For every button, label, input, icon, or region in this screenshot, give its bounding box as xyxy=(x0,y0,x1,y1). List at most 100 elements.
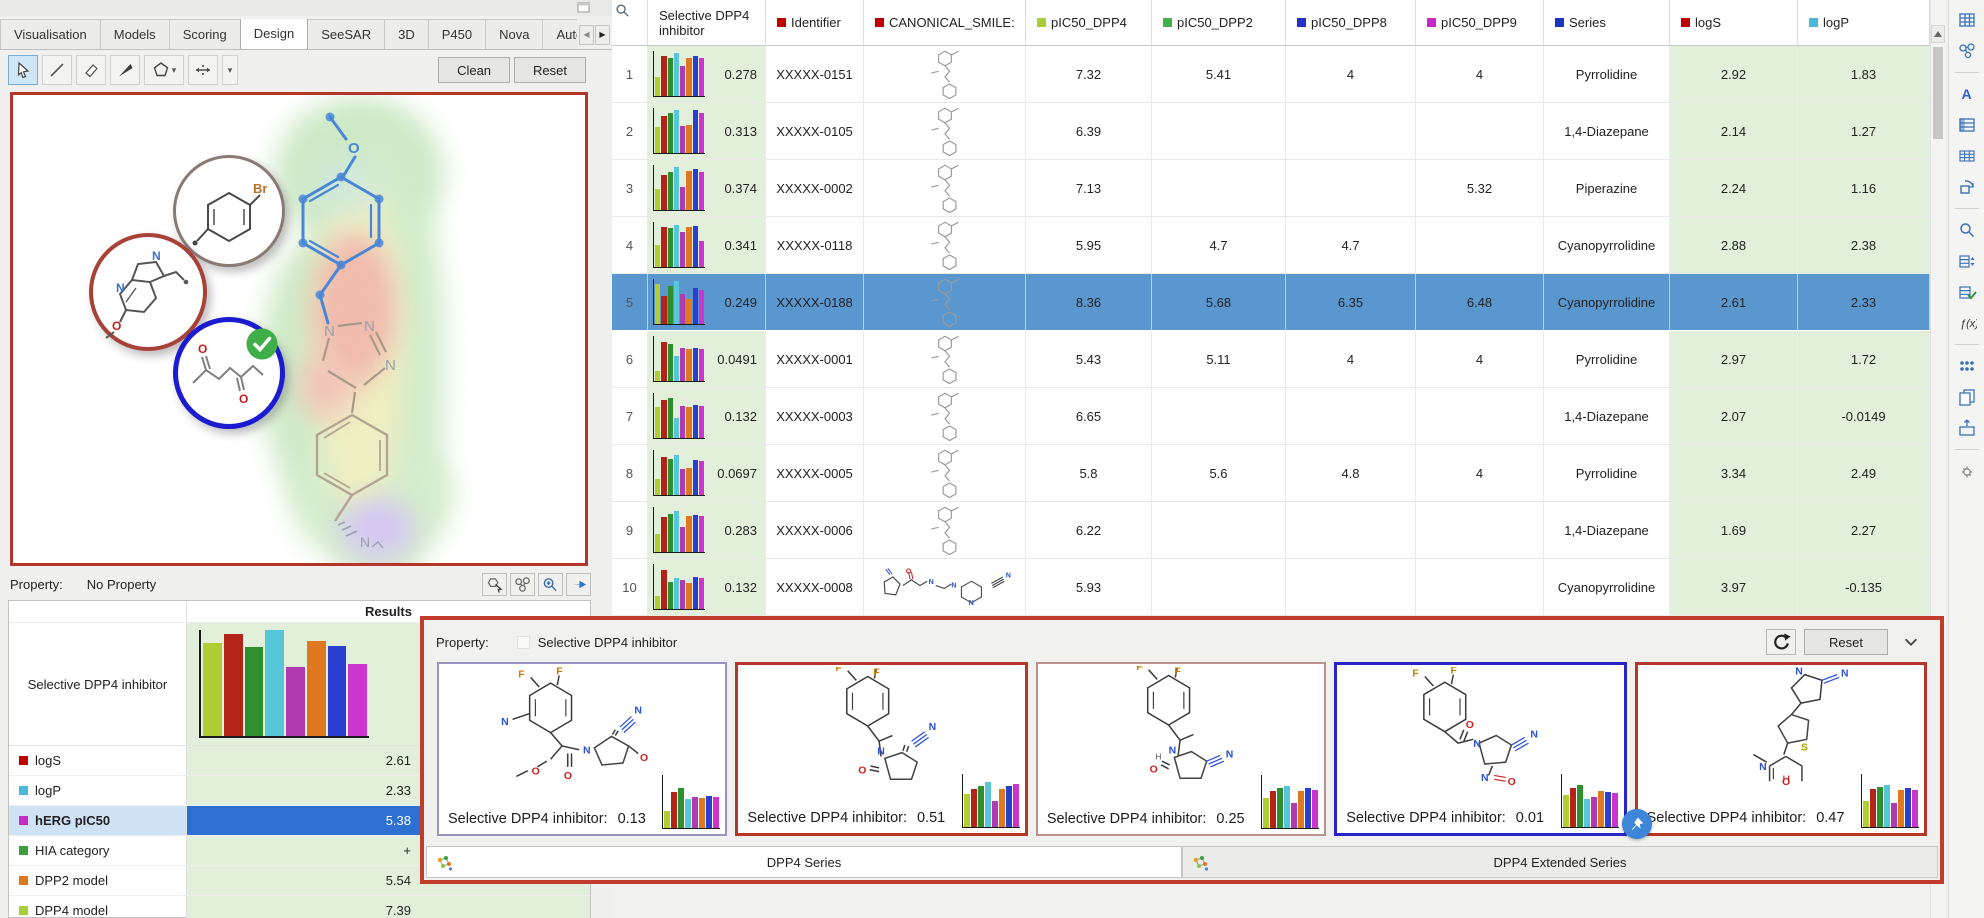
zoom-plus-button[interactable] xyxy=(538,573,563,596)
overlay-header: Property: Selective DPP4 inhibitor Reset xyxy=(424,620,1940,655)
column-header[interactable]: pIC50_DPP4 xyxy=(1026,0,1152,45)
select-tool-button[interactable] xyxy=(8,55,38,85)
pin-badge[interactable] xyxy=(1622,809,1652,839)
tab-scroll-right-button[interactable]: ▶ xyxy=(595,25,610,45)
grid-small-icon[interactable] xyxy=(1955,144,1979,168)
collapse-chevron-button[interactable] xyxy=(1896,629,1926,655)
tab[interactable]: Auto-Mod xyxy=(542,19,577,49)
copy-sheet-icon[interactable] xyxy=(1955,385,1979,409)
property-row[interactable]: DPP4 model 7.39 xyxy=(9,896,590,918)
bond-tool-button[interactable] xyxy=(42,55,72,85)
move-tool-button[interactable] xyxy=(188,55,218,85)
table-row[interactable]: 6 0.0491 XXXXX-0001 xyxy=(612,331,1930,388)
tab[interactable]: Scoring xyxy=(169,19,241,49)
suggestion-card[interactable]: F F N O O N O N Selective DPP4 inhibitor… xyxy=(437,662,727,836)
table-row[interactable]: 3 0.374 XXXXX-0002 xyxy=(612,160,1930,217)
forward-arrow-button[interactable] xyxy=(566,573,591,596)
logp-cell: 1.16 xyxy=(1798,160,1930,216)
series-cell: Cyanopyrrolidine xyxy=(1544,217,1670,273)
column-label: pIC50_DPP9 xyxy=(1441,15,1517,30)
tab[interactable]: Design xyxy=(240,19,308,49)
row-profile-chart xyxy=(653,507,705,553)
structure-sketch xyxy=(925,105,965,157)
suggestion-card[interactable]: F F O N N H Selective DPP4 inhibitor:0.2… xyxy=(1036,662,1326,836)
pic50-dpp8-cell xyxy=(1286,160,1416,216)
table-row[interactable]: 7 0.132 XXXXX-0003 xyxy=(612,388,1930,445)
column-header[interactable]: pIC50_DPP8 xyxy=(1286,0,1416,45)
sort-rows-icon[interactable] xyxy=(1955,249,1979,273)
table-row[interactable]: 10 0.132 XXXXX-0008 xyxy=(612,559,1930,616)
column-header[interactable]: Selective DPP4 inhibitor xyxy=(648,0,766,45)
table-corner-cell[interactable] xyxy=(612,0,648,45)
eraser-tool-button[interactable] xyxy=(76,55,106,85)
property-value[interactable]: No Property xyxy=(87,577,156,592)
settings-icon[interactable] xyxy=(1955,459,1979,483)
refresh-button[interactable] xyxy=(1766,629,1796,655)
table-row[interactable]: 9 0.283 XXXXX-0006 xyxy=(612,502,1930,559)
property-row-label: DPP2 model xyxy=(35,873,108,888)
show-pose-button[interactable] xyxy=(482,573,507,596)
column-header[interactable]: pIC50_DPP9 xyxy=(1416,0,1544,45)
column-header[interactable]: pIC50_DPP2 xyxy=(1152,0,1286,45)
property-row-value: 2.61 xyxy=(187,753,411,768)
scroll-up-button[interactable] xyxy=(1931,25,1945,43)
tab[interactable]: 3D xyxy=(384,19,429,49)
tab[interactable]: Nova xyxy=(485,19,543,49)
similar-molecules-button[interactable] xyxy=(510,573,535,596)
svg-text:N: N xyxy=(1841,669,1849,680)
structure-thumbnail: N N N N O xyxy=(864,46,1026,102)
tab[interactable]: SeeSAR xyxy=(307,19,385,49)
row-profile-chart xyxy=(653,393,705,439)
table-row[interactable]: 8 0.0697 XXXXX-0005 xyxy=(612,445,1930,502)
identifier-cell: XXXXX-0003 xyxy=(766,388,864,444)
series-tab-dpp4-extended[interactable]: DPP4 Extended Series xyxy=(1182,846,1938,878)
identifier-cell: XXXXX-0006 xyxy=(766,502,864,558)
transform-icon[interactable] xyxy=(1955,175,1979,199)
tab-scroll-left-button[interactable]: ◀ xyxy=(579,25,594,45)
series-cell: 1,4-Diazepane xyxy=(1544,502,1670,558)
suggestion-card[interactable]: F F O N N Selective DPP4 inhibitor:0.51 xyxy=(735,662,1027,836)
column-label: Selective DPP4 inhibitor xyxy=(659,8,765,38)
function-icon[interactable]: ƒ(x) xyxy=(1955,311,1979,335)
validate-table-icon[interactable] xyxy=(1955,280,1979,304)
reset-suggestions-button[interactable]: Reset xyxy=(1804,629,1888,655)
multi-table-icon[interactable] xyxy=(1955,354,1979,378)
suggestion-card[interactable]: F F O N N N O Selective DPP4 inhibitor:0… xyxy=(1334,662,1626,836)
table-view-icon[interactable] xyxy=(1955,8,1979,32)
table-rows-icon[interactable] xyxy=(1955,113,1979,137)
column-header[interactable]: Identifier xyxy=(766,0,864,45)
table-row[interactable]: 4 0.341 XXXXX-0118 xyxy=(612,217,1930,274)
svg-text:O: O xyxy=(858,766,866,777)
series-tab-dpp4[interactable]: DPP4 Series xyxy=(426,846,1182,878)
molecule-sketch-canvas[interactable]: O N N N N xyxy=(10,92,588,566)
column-header[interactable]: logS xyxy=(1670,0,1798,45)
wedge-bond-tool-button[interactable] xyxy=(110,55,140,85)
move-tool-caret-button[interactable]: ▾ xyxy=(222,55,238,85)
svg-text:N: N xyxy=(152,249,161,263)
ring-tool-button[interactable]: ▾ xyxy=(144,55,184,85)
ring-tool-caret[interactable]: ▾ xyxy=(172,65,177,76)
tab[interactable]: Visualisation xyxy=(0,19,101,49)
tab[interactable]: P450 xyxy=(428,19,486,49)
row-number: 1 xyxy=(612,46,648,102)
svg-text:N: N xyxy=(928,578,933,586)
overlay-property-value[interactable]: Selective DPP4 inhibitor xyxy=(538,635,677,650)
scrollbar-thumb[interactable] xyxy=(1933,47,1943,139)
table-row[interactable]: 1 0.278 XXXXX-0151 xyxy=(612,46,1930,103)
import-rows-icon[interactable] xyxy=(1955,416,1979,440)
column-header[interactable]: Series xyxy=(1544,0,1670,45)
table-row[interactable]: 5 0.249 XXXXX-0188 xyxy=(612,274,1930,331)
window-icon[interactable] xyxy=(577,2,590,13)
clean-button[interactable]: Clean xyxy=(438,57,510,83)
tab[interactable]: Models xyxy=(100,19,170,49)
inhibitor-cell: 0.132 xyxy=(648,559,766,615)
suggestion-card[interactable]: N N S N O Selective DPP4 inhibitor:0.47 xyxy=(1635,662,1927,836)
annotate-icon[interactable]: A xyxy=(1955,82,1979,106)
table-row[interactable]: 2 0.313 XXXXX-0105 xyxy=(612,103,1930,160)
row-number: 9 xyxy=(612,502,648,558)
molecules-view-icon[interactable] xyxy=(1955,39,1979,63)
column-header[interactable]: CANONICAL_SMILE: xyxy=(864,0,1026,45)
reset-sketch-button[interactable]: Reset xyxy=(514,57,586,83)
zoom-icon[interactable] xyxy=(1955,218,1979,242)
column-header[interactable]: logP xyxy=(1798,0,1930,45)
